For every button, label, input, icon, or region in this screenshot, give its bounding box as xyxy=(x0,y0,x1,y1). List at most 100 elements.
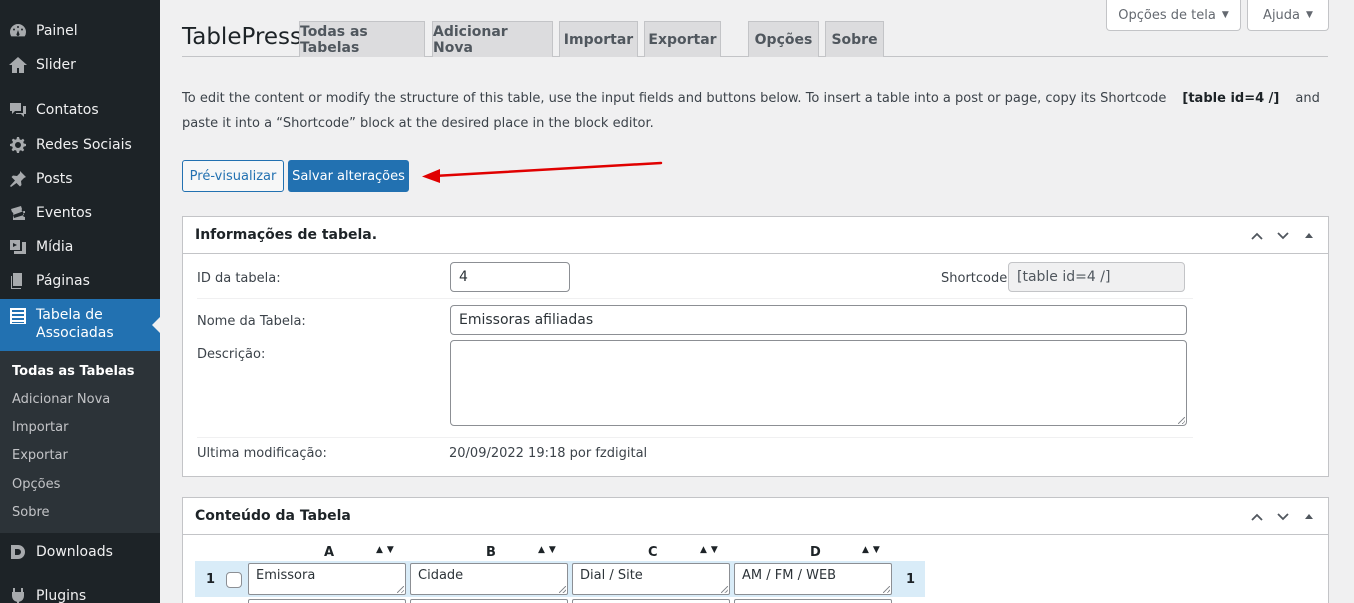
sort-arrows-icon[interactable]: ▲▼ xyxy=(538,545,560,555)
table-info-box: Informações de tabela. ID da tabela: 4 S… xyxy=(182,216,1329,477)
table-name-label: Nome da Tabela: xyxy=(197,314,306,329)
sidebar-submenu: Todas as Tabelas Adicionar Nova Importar… xyxy=(0,351,160,533)
submenu-item-todas-as-tabelas[interactable]: Todas as Tabelas xyxy=(12,364,135,379)
sidebar-item-label: Slider xyxy=(36,57,76,73)
table-cell-next-row[interactable] xyxy=(410,599,568,603)
sidebar-item-downloads[interactable]: Downloads xyxy=(0,535,160,569)
sidebar-item-slider[interactable]: Slider xyxy=(0,48,160,82)
table-cell-next-row[interactable] xyxy=(248,599,406,603)
save-button[interactable]: Salvar alterações xyxy=(288,160,409,192)
table-cell[interactable]: Dial / Site xyxy=(572,563,730,595)
sidebar-item-eventos[interactable]: Eventos xyxy=(0,196,160,230)
move-down-icon[interactable] xyxy=(1274,510,1292,524)
sidebar-item-label: Tabela de Associadas xyxy=(36,307,114,341)
table-cell-next-row[interactable] xyxy=(572,599,730,603)
sidebar-item-posts[interactable]: Posts xyxy=(0,162,160,196)
annotation-arrow xyxy=(422,161,663,183)
sidebar-item-redes-sociais[interactable]: Redes Sociais xyxy=(0,128,160,162)
column-header-a[interactable]: A xyxy=(324,545,334,560)
tab-adicionar-nova[interactable]: Adicionar Nova xyxy=(432,21,553,57)
sidebar-item-painel[interactable]: Painel xyxy=(0,14,160,48)
plugins-icon xyxy=(0,586,36,603)
dashboard-icon xyxy=(0,21,36,41)
tab-importar[interactable]: Importar xyxy=(559,21,638,57)
preview-button[interactable]: Pré-visualizar xyxy=(182,160,284,192)
sidebar-item-contatos[interactable]: Contatos xyxy=(0,93,160,127)
help-label: Ajuda xyxy=(1263,7,1301,23)
box-controls xyxy=(1248,217,1318,254)
last-modified-label: Ultima modificação: xyxy=(197,446,327,461)
sidebar-item-tabela-de-associadas[interactable]: Tabela de Associadas xyxy=(0,299,160,351)
gear-icon xyxy=(0,135,36,155)
sort-arrows-icon[interactable]: ▲▼ xyxy=(700,545,722,555)
downloads-icon xyxy=(0,542,36,562)
tab-exportar[interactable]: Exportar xyxy=(644,21,721,57)
help-button[interactable]: Ajuda ▼ xyxy=(1247,0,1329,31)
sort-arrows-icon[interactable]: ▲▼ xyxy=(862,545,884,555)
sidebar-item-midia[interactable]: Mídia xyxy=(0,230,160,264)
row-select-checkbox[interactable] xyxy=(226,572,242,588)
admin-sidebar: Painel Slider Contatos Redes Sociais Pos… xyxy=(0,0,160,603)
row-number: 1 xyxy=(206,572,216,587)
table-content-title: Conteúdo da Tabela xyxy=(195,508,351,524)
table-info-title: Informações de tabela. xyxy=(195,227,378,243)
page-title: TablePress xyxy=(182,24,303,50)
resize-handle-icon[interactable] xyxy=(397,586,404,593)
tab-sobre[interactable]: Sobre xyxy=(825,21,884,57)
intro-text-before: To edit the content or modify the struct… xyxy=(182,91,1167,106)
pages-icon xyxy=(0,271,36,291)
sidebar-item-plugins[interactable]: Plugins xyxy=(0,579,160,603)
description-textarea[interactable] xyxy=(450,340,1187,426)
column-header-d[interactable]: D xyxy=(810,545,821,560)
row-divider xyxy=(197,298,1193,299)
sidebar-item-label: Posts xyxy=(36,171,73,187)
box-controls xyxy=(1248,498,1318,535)
resize-handle-icon[interactable] xyxy=(883,586,890,593)
submenu-item-adicionar-nova[interactable]: Adicionar Nova xyxy=(12,392,110,407)
column-header-b[interactable]: B xyxy=(486,545,496,560)
list-icon xyxy=(0,306,36,326)
table-cell[interactable]: Emissora xyxy=(248,563,406,595)
sort-arrows-icon[interactable]: ▲▼ xyxy=(376,545,398,555)
sidebar-item-label: Mídia xyxy=(36,239,74,255)
submenu-item-sobre[interactable]: Sobre xyxy=(12,505,50,520)
tickets-icon xyxy=(0,203,36,223)
row-number-right: 1 xyxy=(906,572,916,587)
row-divider xyxy=(197,437,1193,438)
move-up-icon[interactable] xyxy=(1248,229,1266,243)
table-cell[interactable]: Cidade xyxy=(410,563,568,595)
table-name-input[interactable]: Emissoras afiliadas xyxy=(450,305,1187,335)
resize-handle-icon[interactable] xyxy=(721,586,728,593)
table-info-header: Informações de tabela. xyxy=(183,217,1328,254)
sidebar-item-label: Páginas xyxy=(36,273,90,289)
submenu-item-exportar[interactable]: Exportar xyxy=(12,448,68,463)
table-cell-next-row[interactable] xyxy=(734,599,892,603)
pin-icon xyxy=(0,169,36,189)
table-cell[interactable]: AM / FM / WEB xyxy=(734,563,892,595)
intro-shortcode: [table id=4 /] xyxy=(1182,91,1280,106)
comments-icon xyxy=(0,100,36,120)
collapse-toggle-icon[interactable] xyxy=(1300,510,1318,524)
shortcode-field[interactable]: [table id=4 /] xyxy=(1008,262,1185,292)
collapse-toggle-icon[interactable] xyxy=(1300,229,1318,243)
shortcode-label: Shortcode: xyxy=(941,271,1012,286)
move-down-icon[interactable] xyxy=(1274,229,1292,243)
tab-todas-as-tabelas[interactable]: Todas as Tabelas xyxy=(299,21,425,57)
resize-handle-icon[interactable] xyxy=(1178,417,1185,424)
sidebar-item-label: Redes Sociais xyxy=(36,137,132,153)
move-up-icon[interactable] xyxy=(1248,510,1266,524)
sidebar-item-label: Contatos xyxy=(36,102,99,118)
resize-handle-icon[interactable] xyxy=(559,586,566,593)
sidebar-item-paginas[interactable]: Páginas xyxy=(0,264,160,298)
current-menu-arrow xyxy=(152,317,160,333)
table-id-input[interactable]: 4 xyxy=(450,262,570,292)
sidebar-item-label: Downloads xyxy=(36,544,113,560)
sidebar-item-label: Painel xyxy=(36,23,78,39)
submenu-item-importar[interactable]: Importar xyxy=(12,420,68,435)
column-header-c[interactable]: C xyxy=(648,545,658,560)
screen-options-button[interactable]: Opções de tela ▼ xyxy=(1106,0,1241,31)
tab-opcoes[interactable]: Opções xyxy=(748,21,819,57)
description-label: Descrição: xyxy=(197,347,266,362)
submenu-item-opcoes[interactable]: Opções xyxy=(12,477,60,492)
table-content-header: Conteúdo da Tabela xyxy=(183,498,1328,535)
